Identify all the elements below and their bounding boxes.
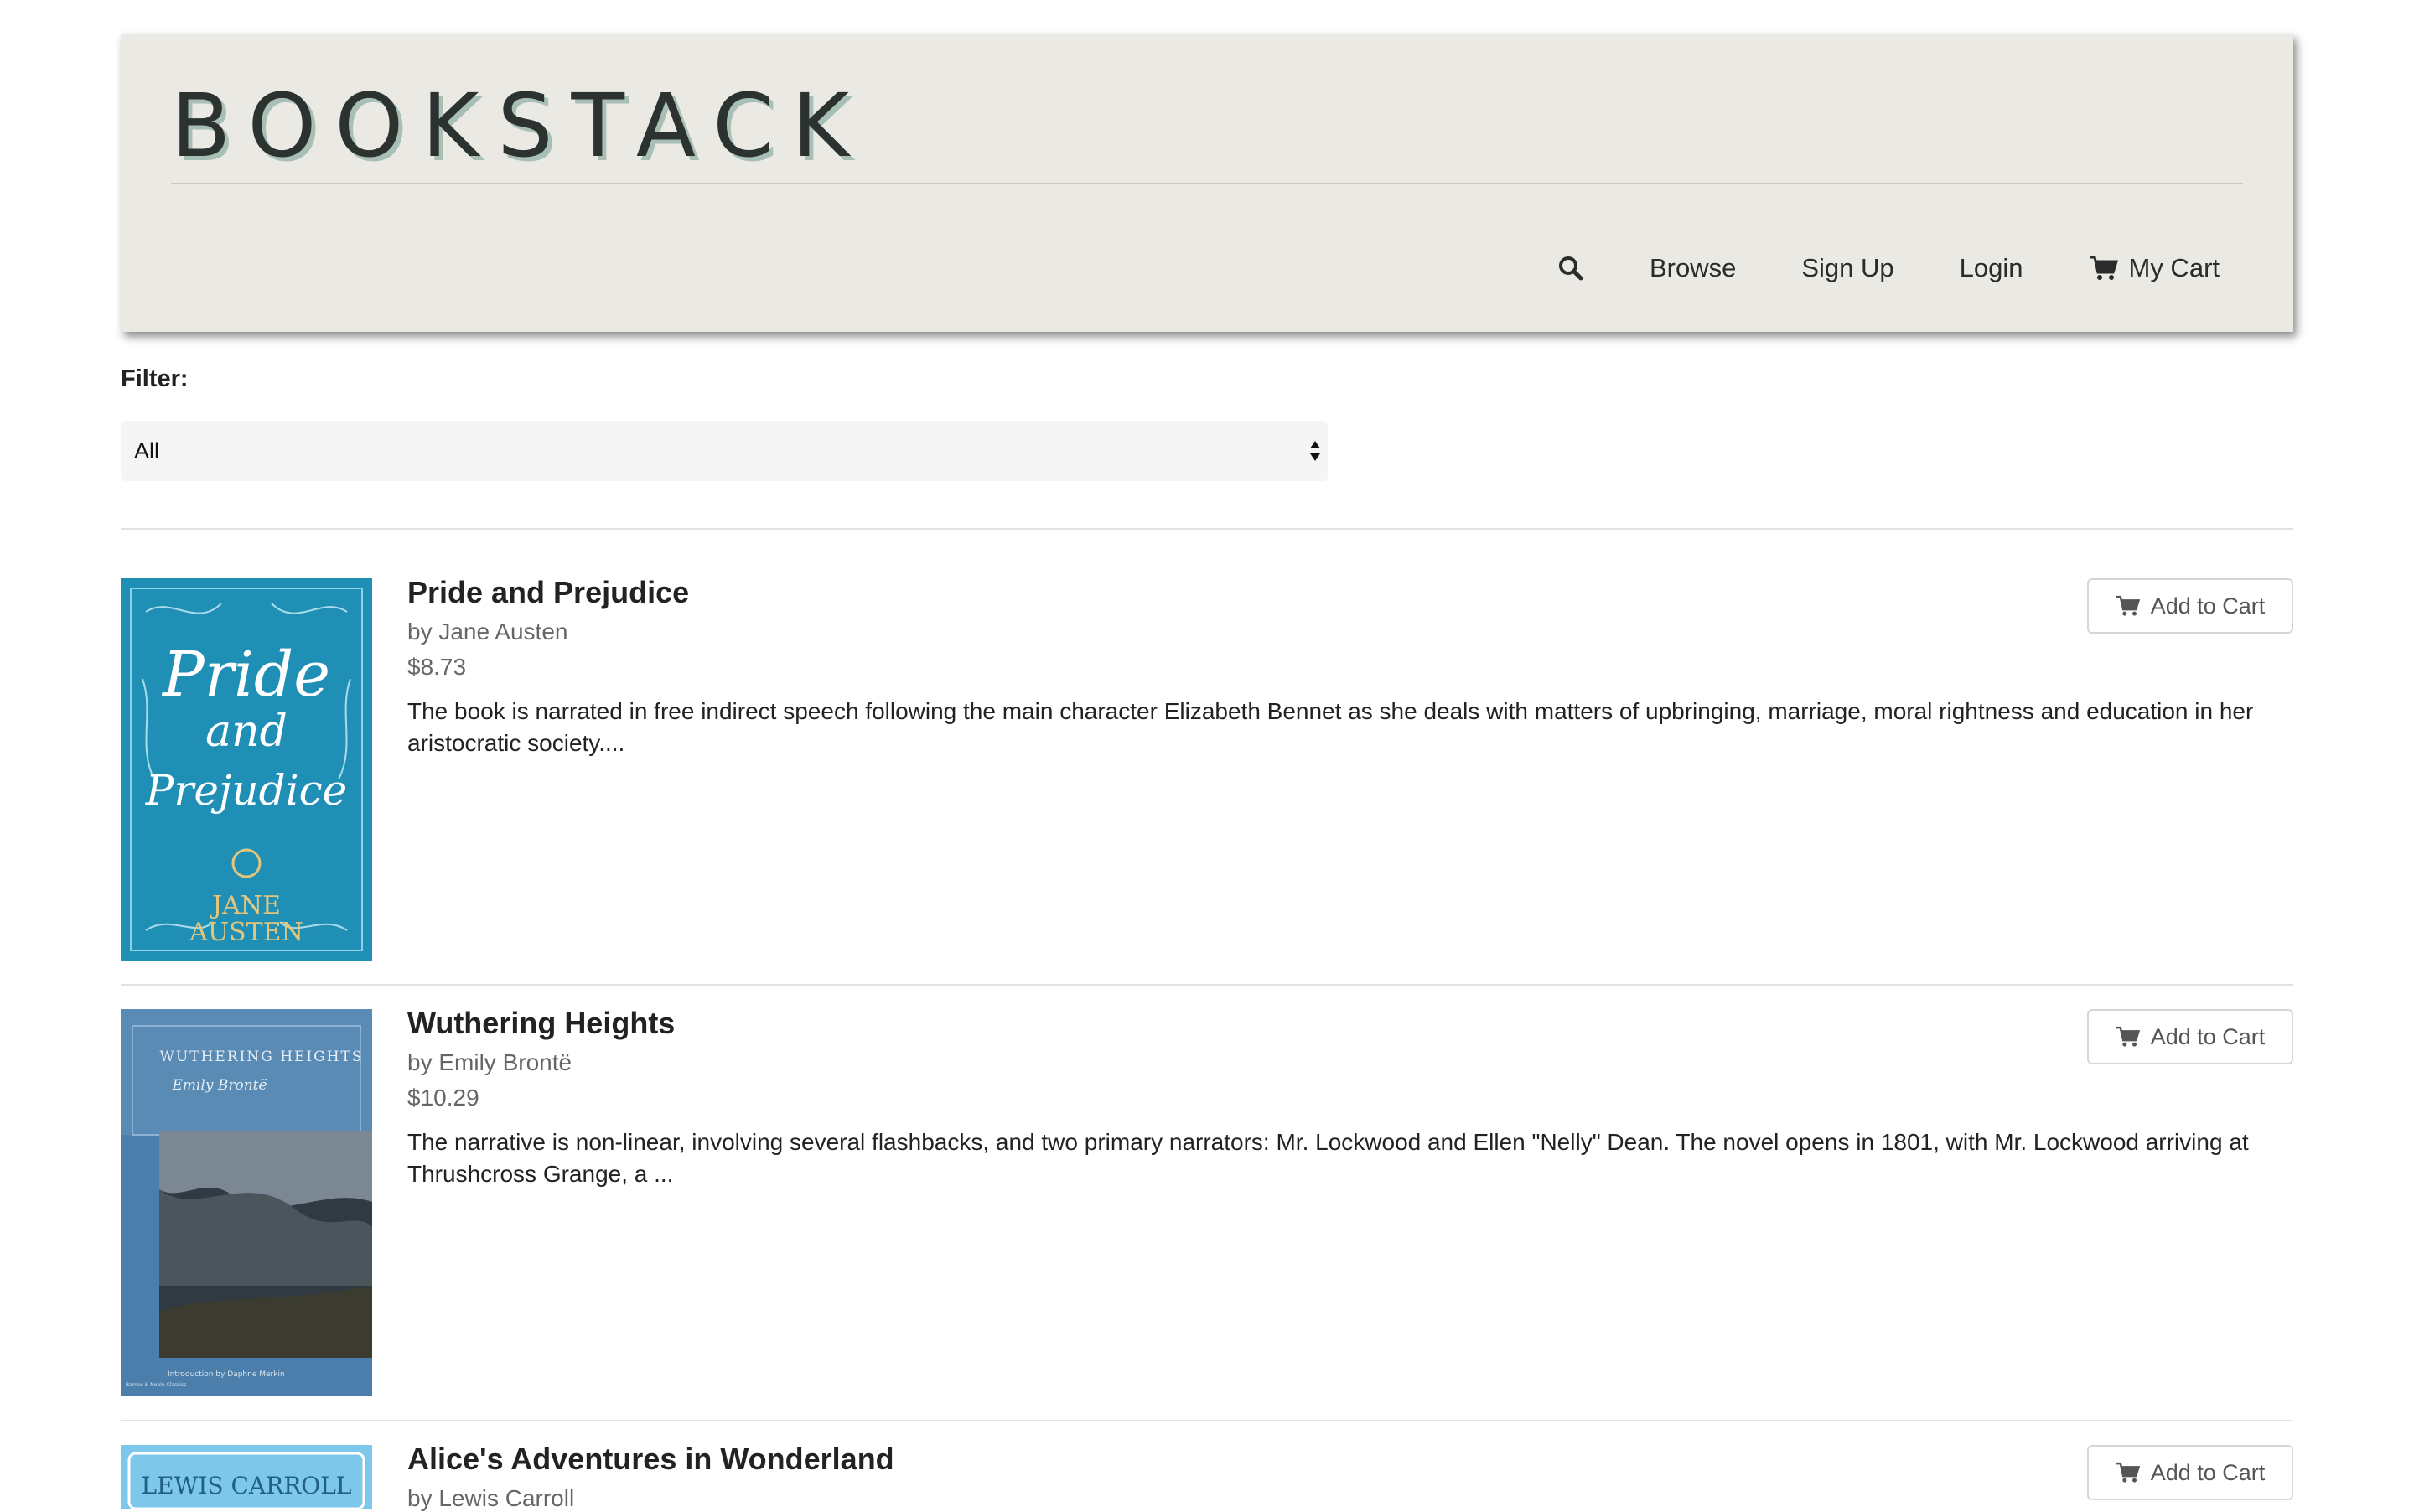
header-divider <box>171 183 2243 184</box>
cart-icon <box>2116 1462 2140 1483</box>
book-author: by Emily Brontë <box>407 1049 572 1075</box>
book-divider <box>121 1420 2293 1421</box>
book-price: $8.73 <box>407 654 467 680</box>
nav-login-label[interactable]: Login <box>1960 253 2023 283</box>
nav-browse[interactable]: Browse <box>1650 253 1736 283</box>
site-header: BOOKSTACK Browse Sign Up Login My Cart <box>121 34 2293 332</box>
svg-text:Prejudice: Prejudice <box>145 766 347 815</box>
filter-selected-value[interactable]: All <box>134 438 159 464</box>
book-cover[interactable]: LEWIS CARROLL <box>121 1445 372 1509</box>
nav-my-cart-label[interactable]: My Cart <box>2129 253 2220 283</box>
book-price: $10.29 <box>407 1085 479 1111</box>
book-divider <box>121 984 2293 986</box>
nav-signup-label[interactable]: Sign Up <box>1801 253 1893 283</box>
book-description: The book is narrated in free indirect sp… <box>407 698 2254 756</box>
svg-text:Pride: Pride <box>161 639 330 711</box>
add-to-cart-button[interactable]: Add to Cart <box>2087 1445 2293 1500</box>
add-to-cart-label[interactable]: Add to Cart <box>2151 593 2266 619</box>
list-divider <box>121 528 2293 530</box>
add-to-cart-label[interactable]: Add to Cart <box>2151 1024 2266 1050</box>
svg-text:Introduction by Daphne Merkin: Introduction by Daphne Merkin <box>168 1370 285 1379</box>
svg-text:Emily Brontë: Emily Brontë <box>171 1077 267 1094</box>
book-author: by Lewis Carroll <box>407 1485 575 1511</box>
nav-login[interactable]: Login <box>1960 253 2023 283</box>
main-nav: Browse Sign Up Login My Cart <box>1557 253 2220 283</box>
page-container: BOOKSTACK Browse Sign Up Login My Cart F… <box>121 34 2293 1511</box>
site-logo[interactable]: BOOKSTACK <box>171 74 868 179</box>
add-to-cart-label[interactable]: Add to Cart <box>2151 1460 2266 1486</box>
search-icon[interactable] <box>1557 255 1584 282</box>
cart-icon[interactable] <box>2089 255 2119 282</box>
filter-label: Filter: <box>121 365 189 392</box>
cart-icon <box>2116 595 2140 616</box>
book-author: by Jane Austen <box>407 619 568 645</box>
svg-text:Barnes & Noble Classics: Barnes & Noble Classics <box>126 1382 186 1388</box>
add-to-cart-button[interactable]: Add to Cart <box>2087 1009 2293 1064</box>
filter-select[interactable]: All <box>121 421 1328 481</box>
book-title[interactable]: Wuthering Heights <box>407 1006 675 1041</box>
nav-browse-label[interactable]: Browse <box>1650 253 1736 283</box>
svg-text:LEWIS CARROLL: LEWIS CARROLL <box>142 1472 352 1499</box>
book-title[interactable]: Pride and Prejudice <box>407 575 689 610</box>
add-to-cart-button[interactable]: Add to Cart <box>2087 578 2293 634</box>
book-description: The narrative is non-linear, involving s… <box>407 1129 2249 1187</box>
book-cover[interactable]: WUTHERING HEIGHTS Emily Brontë Introduct… <box>121 1009 372 1396</box>
select-arrows-icon[interactable] <box>1309 439 1321 463</box>
nav-signup[interactable]: Sign Up <box>1801 253 1893 283</box>
svg-text:WUTHERING HEIGHTS: WUTHERING HEIGHTS <box>159 1049 363 1065</box>
nav-my-cart[interactable]: My Cart <box>2089 253 2220 283</box>
cart-icon <box>2116 1026 2140 1047</box>
svg-text:JANE: JANE <box>210 891 281 920</box>
book-title[interactable]: Alice's Adventures in Wonderland <box>407 1442 894 1477</box>
svg-text:and: and <box>205 707 288 757</box>
nav-search[interactable] <box>1557 255 1584 282</box>
svg-text:AUSTEN: AUSTEN <box>189 918 303 947</box>
book-cover[interactable]: Pride and Prejudice JANE AUSTEN <box>121 578 372 961</box>
